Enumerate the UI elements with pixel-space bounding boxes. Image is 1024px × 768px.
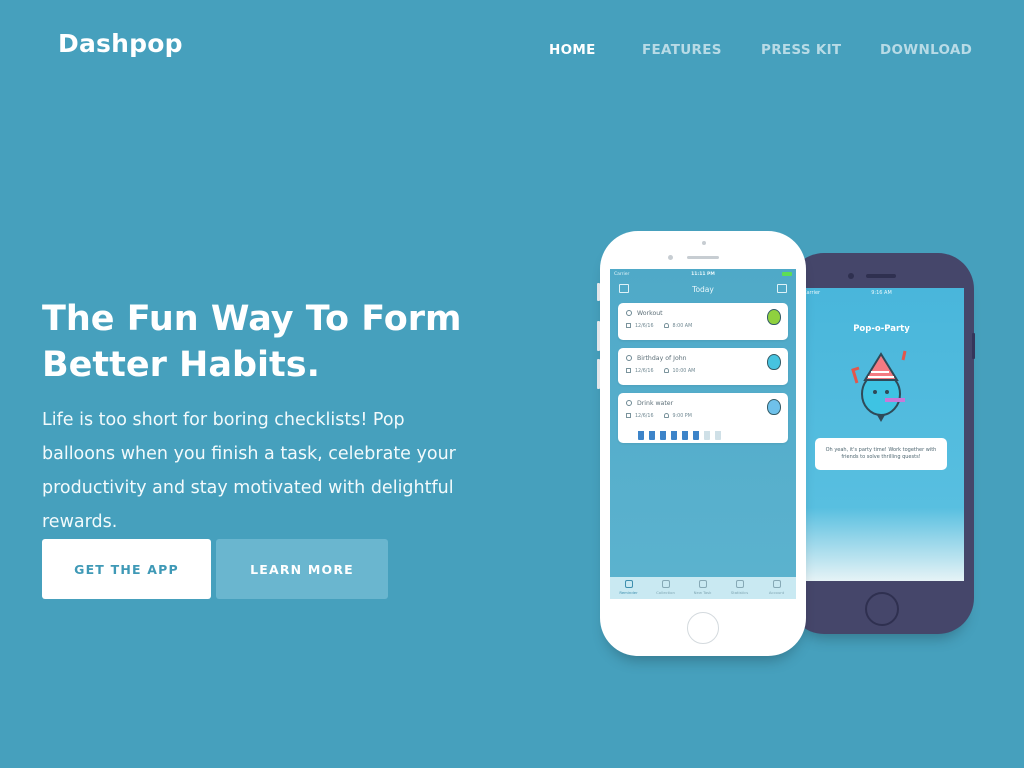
tab-collection[interactable]: Collection <box>647 577 684 599</box>
phone-camera <box>848 273 854 279</box>
grid-icon[interactable] <box>777 284 787 293</box>
tab-bar: Reminder Collection New Task Statistics … <box>610 577 796 599</box>
balloon-icon[interactable] <box>767 309 781 325</box>
water-cup-icon <box>682 431 688 440</box>
phone-speaker <box>866 274 896 278</box>
status-bar: Carrier 11:11 PM <box>610 270 796 279</box>
trophy-icon <box>661 580 670 588</box>
learn-more-button[interactable]: LEARN MORE <box>216 539 388 599</box>
user-icon <box>772 580 781 588</box>
nav-press-kit[interactable]: PRESS KIT <box>761 42 841 58</box>
plus-icon <box>698 580 707 588</box>
party-balloon-icon[interactable] <box>767 354 781 370</box>
hero-title-line-2: Better Habits. <box>42 345 320 385</box>
task-type-icon <box>626 310 632 316</box>
water-cup-icon <box>660 431 666 440</box>
water-cup-icon <box>693 431 699 440</box>
phone-side-button <box>972 333 975 359</box>
reward-title: Pop-o-Party <box>853 324 910 334</box>
phone-side-button <box>597 283 600 301</box>
tab-label: Collection <box>656 590 675 595</box>
balloon-icon[interactable] <box>767 399 781 415</box>
task-date: 12/6/16 <box>635 324 654 329</box>
water-progress <box>638 425 726 440</box>
calendar-icon <box>626 368 631 373</box>
task-date: 12/6/16 <box>635 414 654 419</box>
party-balloon-icon <box>851 350 907 422</box>
reward-message: Oh yeah, it's party time! Work together … <box>815 438 947 470</box>
task-meta: 12/6/16 9:00 PM <box>626 413 692 419</box>
task-name: Workout <box>637 310 663 317</box>
status-time: 9:16 AM <box>871 290 892 296</box>
phone-volume-down <box>597 359 600 389</box>
phone-camera <box>668 255 673 260</box>
water-cup-icon <box>649 431 655 440</box>
nav-home[interactable]: HOME <box>549 42 596 58</box>
task-time: 9:00 PM <box>672 414 692 419</box>
home-button <box>687 612 719 644</box>
main-nav: HOME FEATURES PRESS KIT DOWNLOAD <box>0 42 1024 62</box>
chart-icon <box>735 580 744 588</box>
water-cup-empty-icon <box>704 431 710 440</box>
bell-icon <box>663 368 669 373</box>
tab-reminder[interactable]: Reminder <box>610 577 647 599</box>
task-time: 8:00 AM <box>672 324 693 329</box>
hero-title-line-1: The Fun Way To Form <box>42 299 462 339</box>
bell-icon <box>663 413 669 418</box>
water-cup-icon <box>671 431 677 440</box>
task-card[interactable]: Workout 12/6/16 8:00 AM <box>618 303 788 340</box>
calendar-icon <box>626 323 631 328</box>
status-time: 11:11 PM <box>691 272 715 277</box>
bell-icon <box>663 323 669 328</box>
tab-label: Reminder <box>619 590 638 595</box>
tab-account[interactable]: Account <box>758 577 795 599</box>
tab-label: Statistics <box>730 590 749 595</box>
hero-description: Life is too short for boring checklists!… <box>42 410 456 532</box>
phone-back-screen: Carrier 9:16 AM Pop-o-Party Oh yeah, it'… <box>799 288 964 581</box>
task-card[interactable]: Birthday of John 12/6/16 10:00 AM <box>618 348 788 385</box>
phone-volume-up <box>597 321 600 351</box>
task-time: 10:00 AM <box>672 369 696 374</box>
tab-label: Account <box>768 590 785 595</box>
tab-label: New Task <box>693 590 712 595</box>
lightbulb-icon <box>624 580 633 588</box>
home-button <box>865 592 899 626</box>
task-card[interactable]: Drink water 12/6/16 9:00 PM <box>618 393 788 443</box>
phone-mockup-front: Carrier 11:11 PM Today Workout 12/6/16 8:… <box>597 231 806 656</box>
phone-sensor <box>702 241 706 245</box>
app-header-title: Today <box>692 285 714 294</box>
task-name: Birthday of John <box>637 355 687 362</box>
phone-front-screen: Carrier 11:11 PM Today Workout 12/6/16 8:… <box>610 269 796 599</box>
task-meta: 12/6/16 10:00 AM <box>626 368 695 374</box>
nav-features[interactable]: FEATURES <box>642 42 722 58</box>
battery-icon <box>782 272 792 276</box>
app-header: Today <box>610 279 796 299</box>
hero-title: The Fun Way To Form Better Habits. <box>42 296 522 388</box>
task-date: 12/6/16 <box>635 369 654 374</box>
water-cup-empty-icon <box>715 431 721 440</box>
task-meta: 12/6/16 8:00 AM <box>626 323 692 329</box>
water-cup-icon <box>638 431 644 440</box>
task-name: Drink water <box>637 400 674 407</box>
phone-mockup-back: Carrier 9:16 AM Pop-o-Party Oh yeah, it'… <box>788 253 975 634</box>
task-type-icon <box>626 400 632 406</box>
tab-new-task[interactable]: New Task <box>684 577 721 599</box>
nav-download[interactable]: DOWNLOAD <box>880 42 972 58</box>
get-the-app-button[interactable]: GET THE APP <box>42 539 211 599</box>
task-type-icon <box>626 355 632 361</box>
calendar-icon <box>626 413 631 418</box>
phone-speaker <box>687 256 719 259</box>
tab-statistics[interactable]: Statistics <box>721 577 758 599</box>
